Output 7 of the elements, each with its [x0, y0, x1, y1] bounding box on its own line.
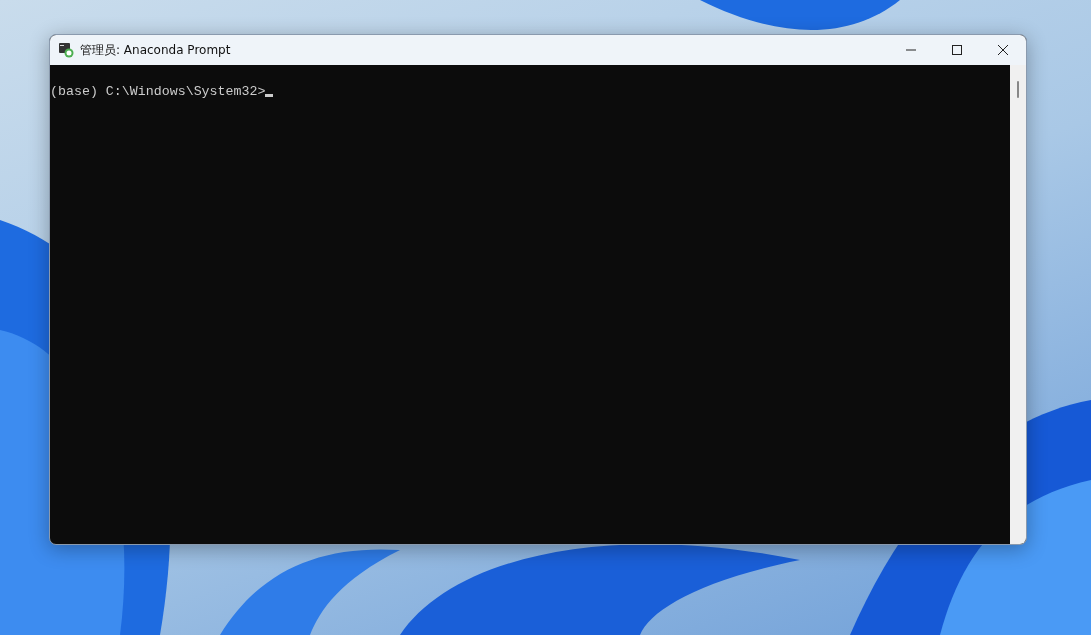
prompt-text: (base) C:\Windows\System32> — [50, 84, 266, 99]
console-area[interactable]: (base) C:\Windows\System32> — [50, 65, 1010, 544]
window-title: 管理员: Anaconda Prompt — [80, 41, 231, 59]
close-icon — [998, 45, 1008, 55]
terminal-icon — [58, 42, 74, 58]
maximize-icon — [952, 45, 962, 55]
scrollbar-thumb[interactable] — [1017, 81, 1019, 98]
